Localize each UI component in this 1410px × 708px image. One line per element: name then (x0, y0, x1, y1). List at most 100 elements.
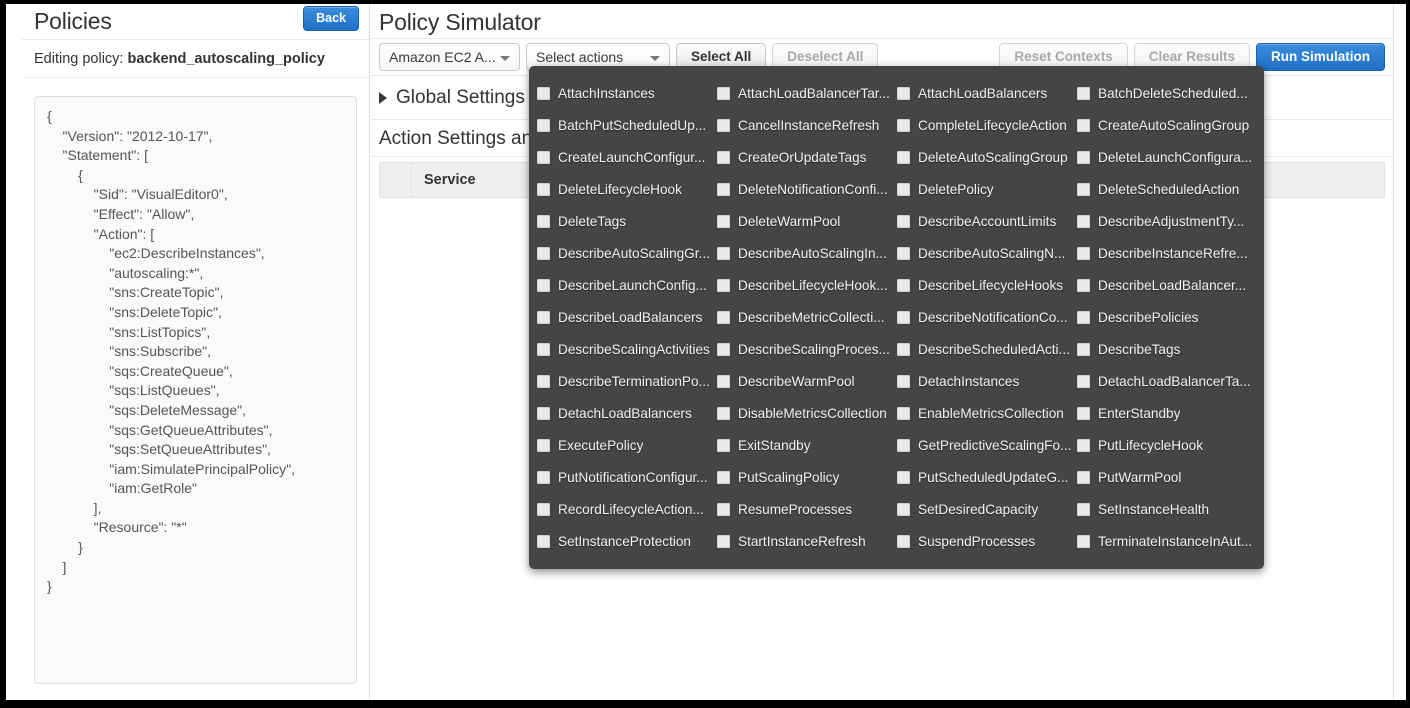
action-menu-item[interactable]: DeleteScheduledAction (1077, 173, 1272, 205)
checkbox-icon[interactable] (897, 438, 910, 452)
checkbox-icon[interactable] (1077, 278, 1090, 292)
action-menu-item[interactable]: DetachLoadBalancerTa... (1077, 365, 1272, 397)
checkbox-icon[interactable] (897, 342, 910, 356)
action-menu-item[interactable]: ExitStandby (717, 429, 897, 461)
checkbox-icon[interactable] (1077, 406, 1090, 420)
checkbox-icon[interactable] (897, 310, 910, 324)
action-menu-item[interactable]: CancelInstanceRefresh (717, 109, 897, 141)
checkbox-icon[interactable] (1077, 118, 1090, 132)
action-menu-item[interactable]: SuspendProcesses (897, 525, 1077, 557)
action-menu-item[interactable]: DeleteAutoScalingGroup (897, 141, 1077, 173)
checkbox-icon[interactable] (537, 406, 550, 420)
action-menu-item[interactable]: StartInstanceRefresh (717, 525, 897, 557)
action-menu-item[interactable]: PutScalingPolicy (717, 461, 897, 493)
action-menu-item[interactable]: DescribeInstanceRefre... (1077, 237, 1272, 269)
action-menu-item[interactable]: RecordLifecycleAction... (537, 493, 717, 525)
action-menu-item[interactable]: DescribePolicies (1077, 301, 1272, 333)
checkbox-icon[interactable] (717, 182, 730, 196)
action-menu-item[interactable]: DescribeScalingProces... (717, 333, 897, 365)
action-menu-item[interactable]: DescribeAdjustmentTy... (1077, 205, 1272, 237)
action-menu-item[interactable]: DescribeLifecycleHook... (717, 269, 897, 301)
checkbox-icon[interactable] (897, 374, 910, 388)
checkbox-icon[interactable] (717, 502, 730, 516)
checkbox-icon[interactable] (1077, 534, 1090, 548)
action-menu-item[interactable]: DeleteLaunchConfigura... (1077, 141, 1272, 173)
checkbox-icon[interactable] (537, 214, 550, 228)
action-menu-item[interactable]: DetachLoadBalancers (537, 397, 717, 429)
action-menu-item[interactable]: CreateAutoScalingGroup (1077, 109, 1272, 141)
action-menu-item[interactable]: DescribeAccountLimits (897, 205, 1077, 237)
action-menu-item[interactable]: AttachLoadBalancerTar... (717, 77, 897, 109)
checkbox-icon[interactable] (1077, 182, 1090, 196)
action-menu-item[interactable]: SetInstanceHealth (1077, 493, 1272, 525)
checkbox-icon[interactable] (897, 182, 910, 196)
checkbox-icon[interactable] (1077, 342, 1090, 356)
action-menu-item[interactable]: CreateLaunchConfigur... (537, 141, 717, 173)
checkbox-icon[interactable] (1077, 438, 1090, 452)
action-menu-item[interactable]: DescribeWarmPool (717, 365, 897, 397)
checkbox-icon[interactable] (897, 246, 910, 260)
checkbox-icon[interactable] (537, 150, 550, 164)
actions-dropdown-menu[interactable]: AttachInstances AttachLoadBalancerTar... A… (529, 66, 1264, 569)
checkbox-icon[interactable] (537, 310, 550, 324)
action-menu-item[interactable]: EnterStandby (1077, 397, 1272, 429)
action-menu-item[interactable]: EnableMetricsCollection (897, 397, 1077, 429)
checkbox-icon[interactable] (897, 118, 910, 132)
action-menu-item[interactable]: BatchDeleteScheduled... (1077, 77, 1272, 109)
checkbox-icon[interactable] (717, 278, 730, 292)
action-menu-item[interactable]: DescribeNotificationCo... (897, 301, 1077, 333)
checkbox-icon[interactable] (1077, 502, 1090, 516)
checkbox-icon[interactable] (1077, 214, 1090, 228)
checkbox-icon[interactable] (1077, 86, 1090, 100)
action-menu-item[interactable]: BatchPutScheduledUp... (537, 109, 717, 141)
action-menu-item[interactable]: AttachLoadBalancers (897, 77, 1077, 109)
checkbox-icon[interactable] (537, 374, 550, 388)
action-menu-item[interactable]: SetDesiredCapacity (897, 493, 1077, 525)
checkbox-icon[interactable] (897, 214, 910, 228)
checkbox-icon[interactable] (537, 118, 550, 132)
action-menu-item[interactable]: DeletePolicy (897, 173, 1077, 205)
checkbox-icon[interactable] (537, 438, 550, 452)
action-menu-item[interactable]: TerminateInstanceInAut... (1077, 525, 1272, 557)
action-menu-item[interactable]: DeleteTags (537, 205, 717, 237)
action-menu-item[interactable]: CompleteLifecycleAction (897, 109, 1077, 141)
checkbox-icon[interactable] (717, 310, 730, 324)
checkbox-icon[interactable] (537, 534, 550, 548)
action-menu-item[interactable]: DescribeLoadBalancers (537, 301, 717, 333)
checkbox-icon[interactable] (717, 214, 730, 228)
action-menu-item[interactable]: PutNotificationConfigur... (537, 461, 717, 493)
checkbox-icon[interactable] (1077, 150, 1090, 164)
back-button[interactable]: Back (303, 6, 359, 31)
checkbox-icon[interactable] (537, 246, 550, 260)
action-menu-item[interactable]: DeleteNotificationConfi... (717, 173, 897, 205)
checkbox-icon[interactable] (537, 86, 550, 100)
checkbox-icon[interactable] (897, 278, 910, 292)
checkbox-icon[interactable] (537, 182, 550, 196)
action-menu-item[interactable]: PutWarmPool (1077, 461, 1272, 493)
action-menu-item[interactable]: DetachInstances (897, 365, 1077, 397)
action-menu-item[interactable]: DeleteLifecycleHook (537, 173, 717, 205)
action-menu-item[interactable]: DescribeAutoScalingGr... (537, 237, 717, 269)
action-menu-item[interactable]: ResumeProcesses (717, 493, 897, 525)
checkbox-icon[interactable] (717, 374, 730, 388)
checkbox-icon[interactable] (897, 502, 910, 516)
checkbox-icon[interactable] (1077, 374, 1090, 388)
checkbox-icon[interactable] (717, 342, 730, 356)
checkbox-icon[interactable] (717, 534, 730, 548)
action-menu-item[interactable]: PutScheduledUpdateG... (897, 461, 1077, 493)
checkbox-icon[interactable] (717, 470, 730, 484)
checkbox-icon[interactable] (537, 342, 550, 356)
action-menu-item[interactable]: DeleteWarmPool (717, 205, 897, 237)
run-simulation-button[interactable]: Run Simulation (1256, 43, 1385, 71)
checkbox-icon[interactable] (897, 406, 910, 420)
action-menu-item[interactable]: DescribeLoadBalancer... (1077, 269, 1272, 301)
action-menu-item[interactable]: AttachInstances (537, 77, 717, 109)
action-menu-item[interactable]: DescribeLifecycleHooks (897, 269, 1077, 301)
service-select[interactable]: Amazon EC2 A... (379, 43, 520, 71)
action-menu-item[interactable]: DescribeLaunchConfig... (537, 269, 717, 301)
action-menu-item[interactable]: DescribeAutoScalingIn... (717, 237, 897, 269)
checkbox-icon[interactable] (897, 150, 910, 164)
checkbox-icon[interactable] (897, 534, 910, 548)
checkbox-icon[interactable] (717, 86, 730, 100)
checkbox-icon[interactable] (1077, 246, 1090, 260)
